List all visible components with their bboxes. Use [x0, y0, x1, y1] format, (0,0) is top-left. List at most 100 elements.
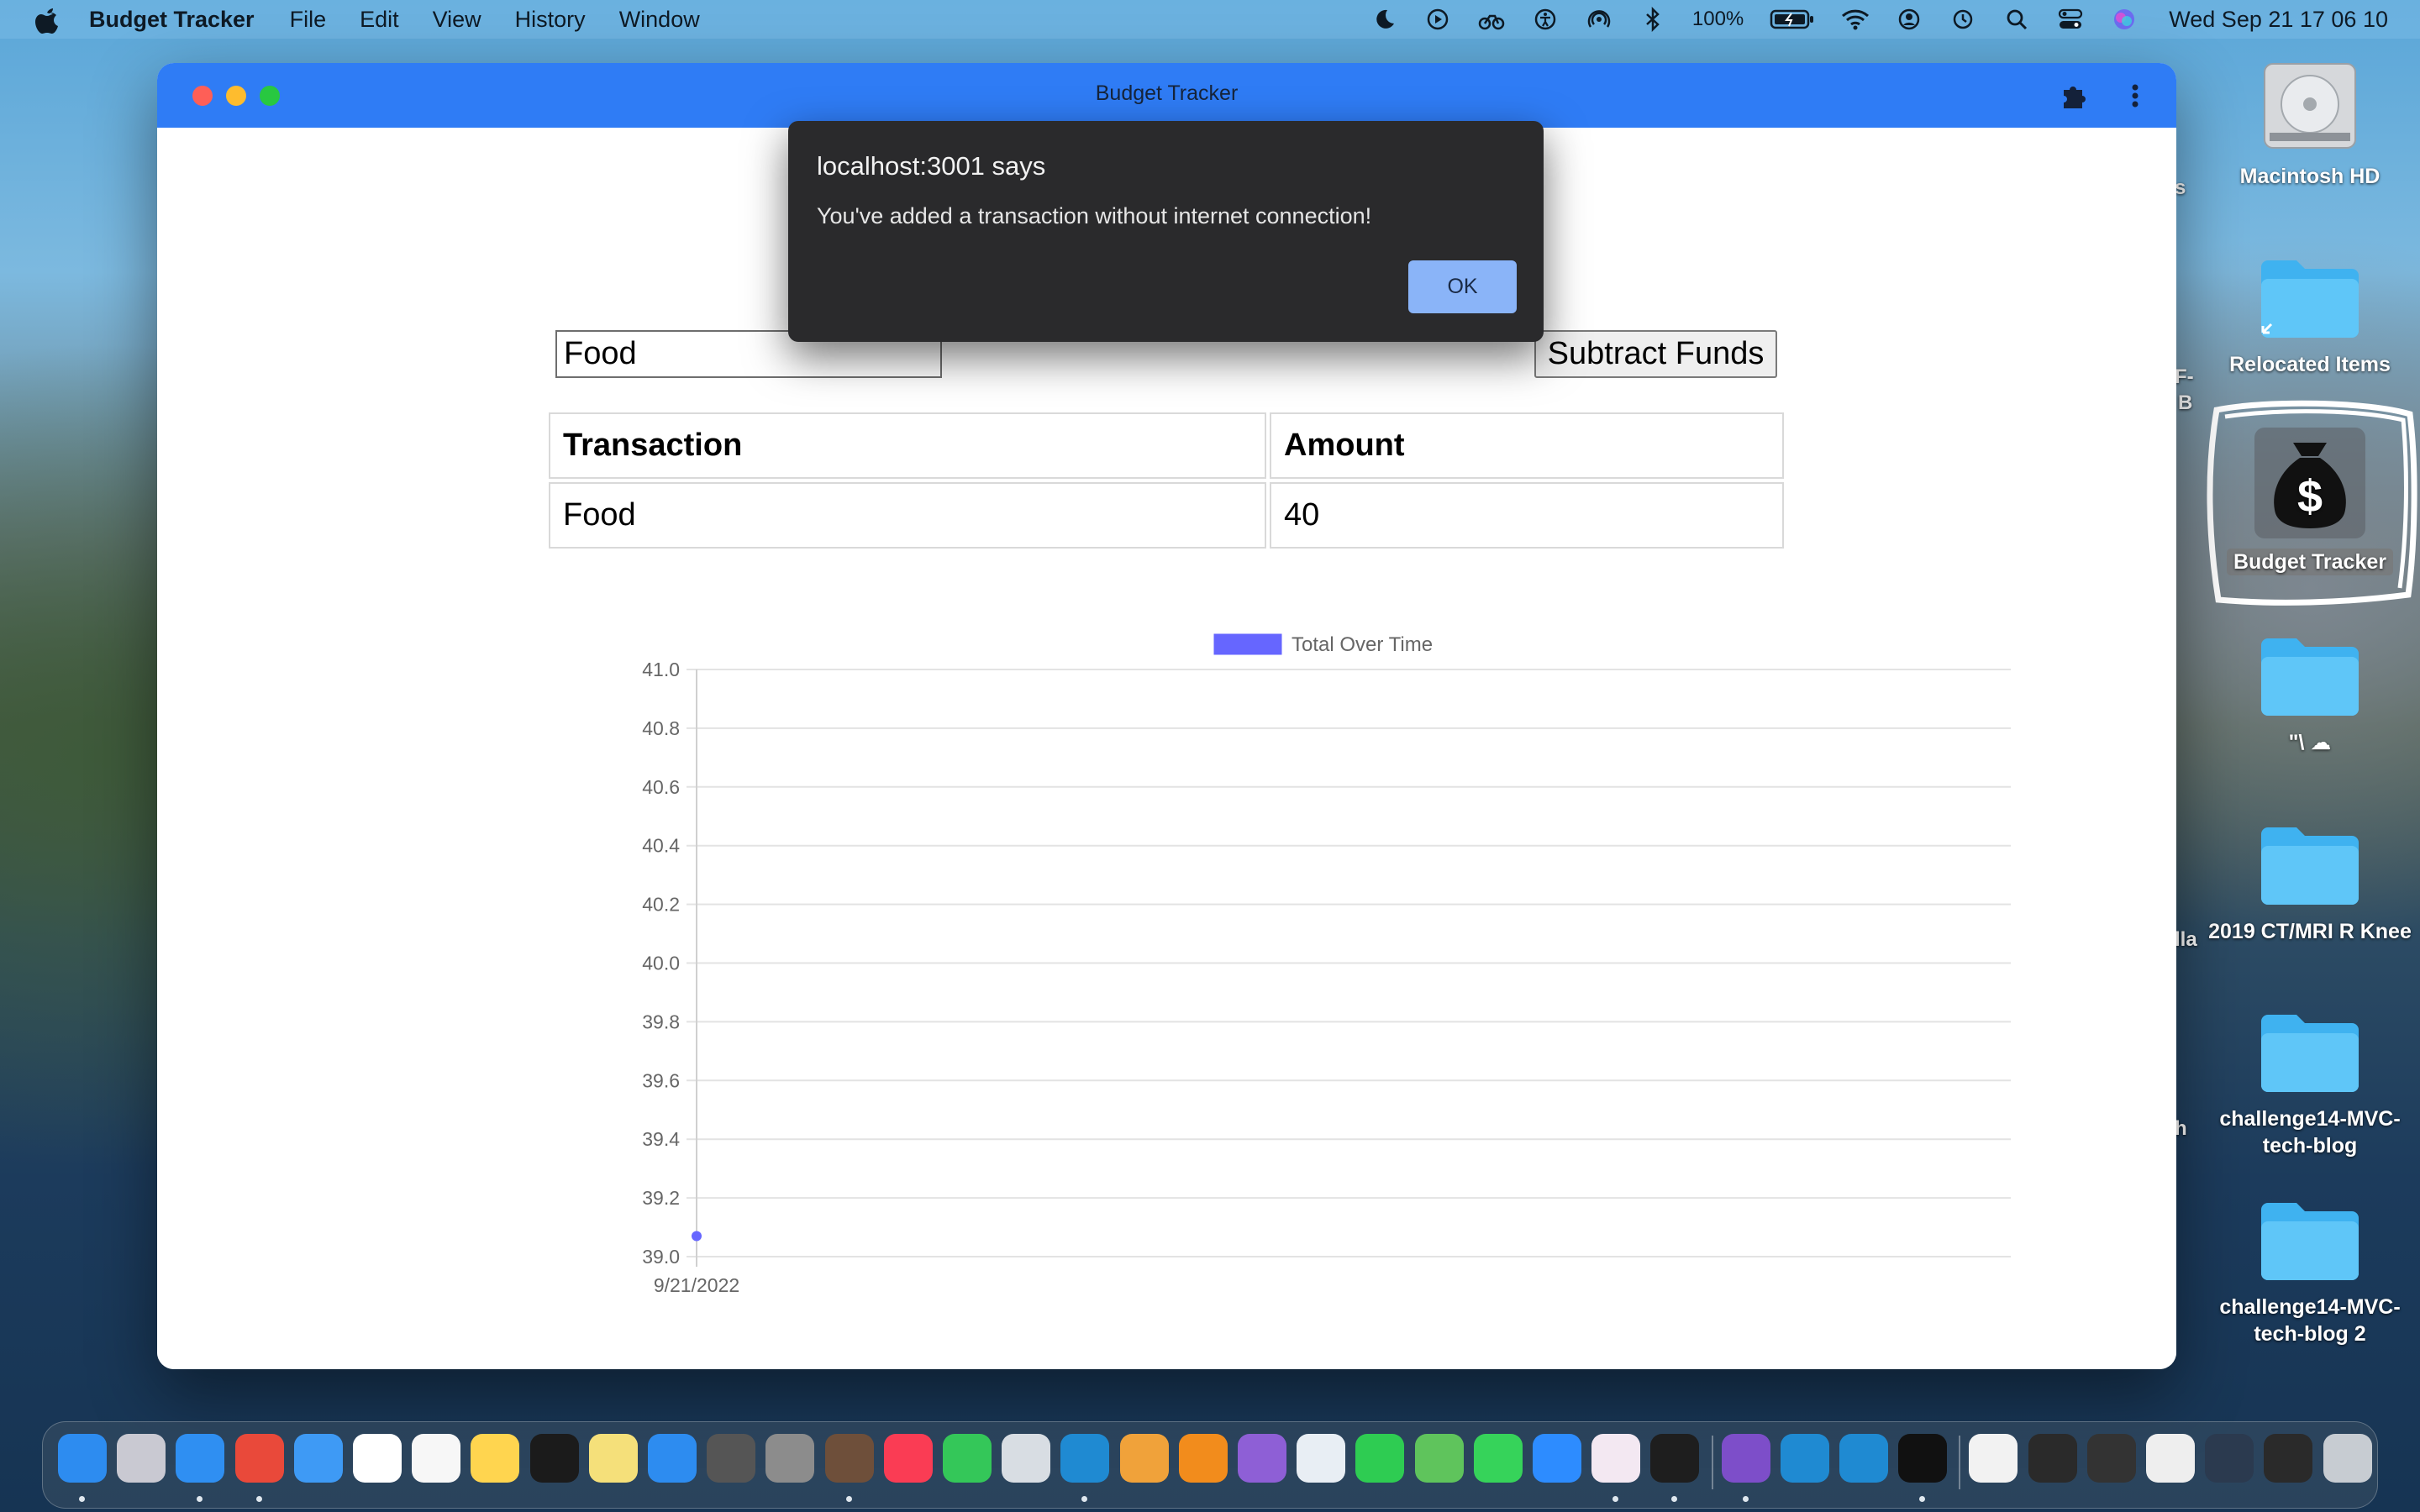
bluetooth-icon[interactable]: [1639, 5, 1667, 34]
siri-icon[interactable]: [2110, 5, 2139, 34]
desktop-item-tech-blog[interactable]: challenge14-MVC-tech-blog: [2205, 1006, 2415, 1159]
dock-running-indicator: [1671, 1496, 1678, 1502]
dock-vlc-icon[interactable]: [1178, 1434, 1228, 1483]
menu-view[interactable]: View: [433, 7, 481, 33]
play-circle-icon[interactable]: [1423, 5, 1452, 34]
y-tick-label: 39.2: [642, 1187, 680, 1209]
subtract-funds-button[interactable]: Subtract Funds: [1534, 330, 1777, 378]
desktop-item-budget-tracker[interactable]: $ Budget Tracker: [2205, 424, 2415, 575]
dock-trash-icon[interactable]: [2323, 1434, 2372, 1483]
dock-find-my-icon[interactable]: [943, 1434, 992, 1483]
dock-maps-icon[interactable]: [1414, 1434, 1464, 1483]
folder-icon: [2261, 1203, 2359, 1280]
dock-music-icon[interactable]: [883, 1434, 933, 1483]
menubar-clock[interactable]: Wed Sep 21 17 06 10: [2169, 7, 2388, 33]
desktop-edge-label: s: [2175, 176, 2186, 199]
dock-system-preferences-icon[interactable]: [765, 1434, 815, 1483]
desktop-edge-label: h: [2175, 1117, 2187, 1140]
dock-finder-icon[interactable]: [58, 1434, 107, 1483]
accessibility-icon[interactable]: [1531, 5, 1560, 34]
dock-doc-2-icon[interactable]: [2028, 1434, 2077, 1483]
desktop-edge-label: B: [2178, 391, 2193, 414]
desktop-item-folder-cloud[interactable]: "\ ☁: [2205, 630, 2415, 756]
menu-file[interactable]: File: [290, 7, 327, 33]
dock-tv-icon[interactable]: [529, 1434, 579, 1483]
folder-icon: [2261, 1015, 2359, 1092]
wifi-icon[interactable]: [1841, 5, 1870, 34]
dock-app-store-icon[interactable]: [648, 1434, 697, 1483]
dock-doc-6-icon[interactable]: [2264, 1434, 2313, 1483]
apple-menu-icon[interactable]: [30, 3, 64, 36]
dock-doc-1-icon[interactable]: [1969, 1434, 2018, 1483]
dock-doc-5-icon[interactable]: [2205, 1434, 2254, 1483]
desktop-item-tech-blog-2[interactable]: challenge14-MVC-tech-blog 2: [2205, 1194, 2415, 1347]
dock-running-indicator: [79, 1496, 85, 1502]
dock-launchpad-icon[interactable]: [117, 1434, 166, 1483]
dock-doc-3-icon[interactable]: [2086, 1434, 2136, 1483]
y-tick-label: 41.0: [642, 659, 680, 680]
desktop-item-label: "\ ☁: [2288, 731, 2332, 754]
dock-slack-icon[interactable]: [1591, 1434, 1641, 1483]
user-account-icon[interactable]: [1895, 5, 1923, 34]
desktop-item-relocated-items[interactable]: Relocated Items: [2205, 252, 2415, 378]
alert-ok-button[interactable]: OK: [1408, 260, 1517, 313]
battery-icon[interactable]: [1769, 5, 1816, 34]
dock-terminal-icon[interactable]: [1650, 1434, 1700, 1483]
dock-tor-icon[interactable]: [1721, 1434, 1770, 1483]
control-center-icon[interactable]: [2056, 5, 2085, 34]
y-tick-label: 40.6: [642, 776, 680, 798]
dock-calendar-icon[interactable]: [353, 1434, 402, 1483]
dock-reminders-icon[interactable]: [412, 1434, 461, 1483]
battery-percent: 100%: [1691, 8, 1744, 30]
y-tick-label: 40.2: [642, 894, 680, 916]
menu-edit[interactable]: Edit: [360, 7, 399, 33]
dock-preview-icon[interactable]: [824, 1434, 874, 1483]
table-row: Food 40: [549, 482, 1784, 549]
window-titlebar[interactable]: Budget Tracker: [157, 63, 2176, 128]
data-point: [692, 1231, 702, 1242]
legend-swatch: [1213, 633, 1282, 655]
desktop-item-ct-mri-knee[interactable]: 2019 CT/MRI R Knee: [2205, 819, 2415, 945]
dock-photos-viewer-icon[interactable]: [1002, 1434, 1051, 1483]
dock-printer-icon[interactable]: [1297, 1434, 1346, 1483]
dock: [42, 1421, 2378, 1509]
total-over-time-chart: Total Over Time 41.0 40.8 40.6 40.4 40.2 40.0 3…: [642, 633, 2011, 1296]
dock-calculator-icon[interactable]: [707, 1434, 756, 1483]
dock-notes-icon[interactable]: [471, 1434, 520, 1483]
cycling-icon[interactable]: [1477, 5, 1506, 34]
menu-bar: Budget Tracker File Edit View History Wi…: [0, 0, 2420, 39]
more-menu-icon[interactable]: [2123, 80, 2148, 112]
time-machine-icon[interactable]: [1949, 5, 1977, 34]
dock-chrome-icon[interactable]: [234, 1434, 284, 1483]
dock-vscode-2-icon[interactable]: [1780, 1434, 1829, 1483]
menu-history[interactable]: History: [515, 7, 586, 33]
airdrop-icon[interactable]: [1585, 5, 1613, 34]
dock-running-indicator: [1081, 1496, 1088, 1502]
table-header-transaction: Transaction: [549, 412, 1266, 479]
dock-vscode-3-icon[interactable]: [1839, 1434, 1888, 1483]
dock-budget-tracker-icon[interactable]: [1898, 1434, 1948, 1483]
dock-vscode-icon[interactable]: [1060, 1434, 1110, 1483]
dock-zoom-icon[interactable]: [1533, 1434, 1581, 1483]
dock-stickies-icon[interactable]: [588, 1434, 638, 1483]
dock-facetime-icon[interactable]: [1355, 1434, 1405, 1483]
desktop-edge-label: lla: [2175, 928, 2197, 951]
focus-moon-icon[interactable]: [1370, 5, 1398, 34]
dock-messages-icon[interactable]: [1473, 1434, 1523, 1483]
desktop-item-macintosh-hd[interactable]: Macintosh HD: [2205, 55, 2415, 190]
dock-affinity-icon[interactable]: [1238, 1434, 1286, 1483]
dock-safari-icon[interactable]: [176, 1434, 225, 1483]
dock-photos-icon[interactable]: [1119, 1434, 1169, 1483]
window-title: Budget Tracker: [1095, 81, 1239, 105]
dock-running-indicator: [255, 1496, 262, 1502]
menu-window[interactable]: Window: [619, 7, 700, 33]
search-icon[interactable]: [2002, 5, 2031, 34]
dock-running-indicator: [1919, 1496, 1926, 1502]
dock-mail-icon[interactable]: [293, 1434, 343, 1483]
active-app-name[interactable]: Budget Tracker: [89, 7, 255, 33]
dock-running-indicator: [1612, 1496, 1619, 1502]
extensions-puzzle-icon[interactable]: [2057, 80, 2089, 112]
desktop-item-label: 2019 CT/MRI R Knee: [2208, 920, 2412, 943]
money-bag-icon: $: [2254, 428, 2365, 538]
dock-doc-4-icon[interactable]: [2146, 1434, 2195, 1483]
